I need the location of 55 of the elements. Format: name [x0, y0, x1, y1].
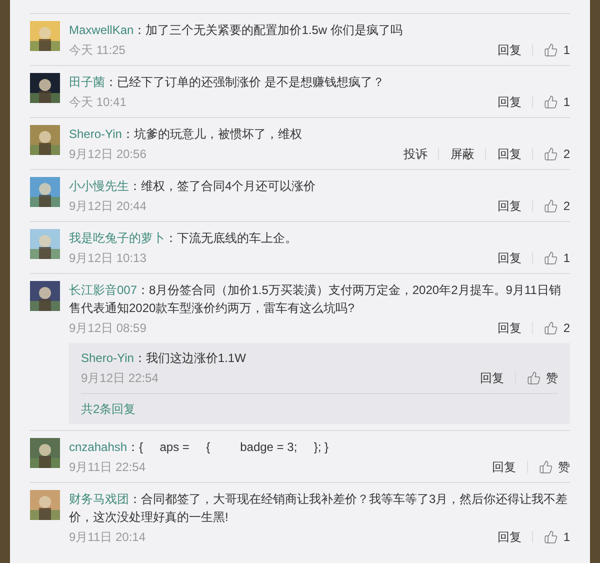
like-button[interactable]: 1: [544, 93, 570, 111]
reply-link[interactable]: 回复: [497, 249, 522, 267]
comment-time: 9月12日 22:54: [81, 370, 158, 387]
user-link[interactable]: 田子菌: [69, 75, 105, 89]
user-link[interactable]: MaxwellKan: [69, 23, 134, 37]
like-button[interactable]: 2: [544, 145, 570, 163]
thumbs-up-icon: [544, 530, 558, 544]
thumbs-up-icon: [544, 95, 558, 109]
comment-text: 财务马戏团：合同都签了，大哥现在经销商让我补差价？我等车等了3月，然后你还得让我不差价，这次没处理好真的一生黑!: [69, 491, 569, 526]
action-link[interactable]: 投诉: [403, 145, 428, 163]
comment-text: 我是吃兔子的萝卜：下流无底线的车上企。: [69, 230, 298, 247]
user-link[interactable]: 小小慢先生: [69, 179, 129, 193]
comment-time: 9月12日 20:44: [69, 198, 146, 215]
comment-text: 小小慢先生：维权，签了合同4个月还可以涨价: [69, 178, 317, 195]
reply-link[interactable]: 回复: [497, 319, 522, 337]
comment-time: 9月11日 22:54: [69, 459, 146, 476]
thumbs-up-icon: [544, 43, 558, 57]
user-link[interactable]: 长江影音007: [69, 283, 138, 297]
comment-time: 今天 10:41: [69, 94, 126, 111]
comment-text: 田子菌：已经下了订单的还强制涨价 是不是想赚钱想疯了？: [69, 74, 386, 91]
reply-link[interactable]: 回复: [497, 528, 522, 546]
comment-text: Shero-Yin：坑爹的玩意儿，被惯坏了，维权: [69, 126, 303, 143]
user-link[interactable]: Shero-Yin: [69, 127, 122, 141]
action-link[interactable]: 屏蔽: [450, 145, 474, 163]
reply-link[interactable]: 回复: [497, 93, 522, 111]
thumbs-up-icon: [527, 371, 541, 385]
like-button[interactable]: 1: [544, 41, 570, 59]
comment-time: 9月11日 20:14: [69, 529, 146, 546]
comment-text: 长江影音007：8月份签合同（加价1.5万买装潢）支付两万定金，2020年2月提车。9月11日销售代表通知2020款车型涨价约两万，雷车有这么坑吗?: [69, 282, 562, 317]
user-link[interactable]: 财务马戏团: [69, 492, 129, 506]
comment-time: 今天 11:25: [69, 42, 126, 59]
reply-link[interactable]: 回复: [497, 41, 522, 59]
reply-link[interactable]: 回复: [492, 458, 516, 476]
user-link[interactable]: 我是吃兔子的萝卜: [69, 231, 165, 245]
reply-link[interactable]: 回复: [480, 369, 504, 387]
thumbs-up-icon: [539, 460, 553, 474]
thumbs-up-icon: [544, 147, 558, 161]
reply-link[interactable]: 回复: [497, 197, 522, 215]
like-button[interactable]: 2: [544, 319, 570, 337]
like-button[interactable]: 赞: [539, 458, 570, 476]
thumbs-up-icon: [544, 199, 558, 213]
comment-time: 9月12日 20:56: [69, 146, 146, 163]
comment-time: 9月12日 10:13: [69, 250, 146, 267]
reply-link[interactable]: 回复: [497, 145, 522, 163]
comment-text: Shero-Yin：我们这边涨价1.1W: [81, 350, 247, 367]
comment-time: 9月12日 08:59: [69, 320, 146, 337]
like-button[interactable]: 1: [544, 249, 570, 267]
like-button[interactable]: 2: [544, 197, 570, 215]
thumbs-up-icon: [544, 321, 558, 335]
comment-text: cnzahahsh：{ aps = { badge = 3; }; }: [69, 439, 330, 456]
user-link[interactable]: cnzahahsh: [69, 440, 128, 454]
thumbs-up-icon: [544, 251, 558, 265]
like-button[interactable]: 赞: [527, 369, 558, 387]
comment-text: MaxwellKan：加了三个无关紧要的配置加价1.5w 你们是疯了吗: [69, 22, 404, 39]
like-button[interactable]: 1: [544, 528, 570, 546]
